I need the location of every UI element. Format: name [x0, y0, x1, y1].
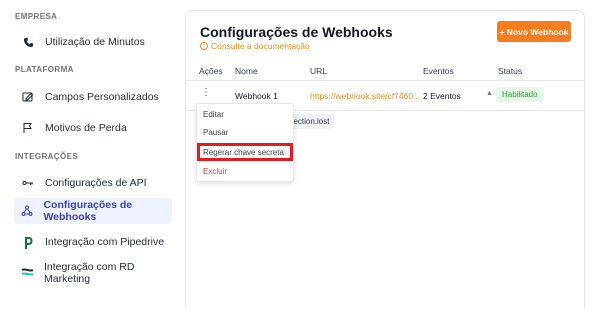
edit-box-icon	[21, 90, 35, 104]
phone-icon	[21, 35, 35, 49]
flag-icon	[21, 121, 35, 135]
column-header-nome: Nome	[235, 66, 258, 76]
info-icon: !	[200, 42, 208, 50]
documentation-link[interactable]: ! Consulte a documentação	[200, 41, 310, 51]
column-header-url: URL	[310, 66, 328, 76]
sidebar-item-minutos[interactable]: Utilização de Minutos	[14, 29, 172, 55]
sidebar-item-label: Configurações de API	[45, 177, 147, 189]
sidebar-item-label: Integração com RD Marketing	[44, 261, 135, 285]
sidebar-item-api[interactable]: Configurações de API	[14, 170, 172, 196]
sidebar-item-label: Configurações de Webhooks	[43, 199, 133, 223]
section-title-empresa: EMPRESA	[15, 12, 58, 21]
chevron-up-icon[interactable]: ▲	[486, 90, 493, 97]
highlight-box	[197, 143, 293, 161]
rd-station-icon	[21, 266, 34, 280]
webhook-events: 2 Eventos	[423, 91, 461, 101]
sidebar-item-label: Integração com Pipedrive	[45, 236, 165, 248]
column-header-eventos: Eventos	[423, 66, 454, 76]
column-header-status: Status	[498, 66, 523, 76]
menu-item-pause[interactable]: Pausar	[203, 128, 228, 137]
webhook-name: Webhook 1	[235, 91, 278, 101]
sidebar-item-label: Utilização de Minutos	[45, 36, 145, 48]
sidebar-item-pipedrive[interactable]: Integração com Pipedrive	[14, 229, 172, 255]
sidebar: EMPRESA Utilização de Minutos PLATAFORMA…	[0, 0, 178, 309]
pipedrive-icon	[21, 235, 35, 249]
section-title-integracoes: INTEGRAÇÕES	[15, 152, 79, 161]
menu-item-delete[interactable]: Excluir	[203, 167, 227, 176]
sidebar-item-rd-marketing[interactable]: Integração com RD Marketing	[14, 260, 172, 286]
sidebar-item-campos[interactable]: Campos Personalizados	[14, 84, 172, 110]
sidebar-item-label: Campos Personalizados	[45, 91, 159, 103]
documentation-link-label: Consulte a documentação	[211, 41, 310, 51]
page-title: Configurações de Webhooks	[200, 24, 393, 40]
sidebar-item-label: Motivos de Perda	[45, 122, 127, 134]
key-icon	[21, 176, 35, 190]
sidebar-item-webhooks[interactable]: Configurações de Webhooks	[14, 198, 172, 224]
menu-item-edit[interactable]: Editar	[203, 110, 224, 119]
new-webhook-button[interactable]: + Novo Webhook	[497, 21, 571, 42]
section-title-plataforma: PLATAFORMA	[15, 65, 74, 74]
column-header-acoes: Ações	[199, 66, 223, 76]
webhook-url[interactable]: https://webhook.site/cf7460...	[310, 91, 420, 101]
sidebar-item-motivos[interactable]: Motivos de Perda	[14, 115, 172, 141]
webhook-icon	[21, 204, 33, 218]
table-header: Ações Nome URL Eventos Status	[186, 63, 584, 81]
actions-menu-icon[interactable]: ⋮	[201, 88, 211, 98]
status-badge: Habilitado	[496, 87, 544, 102]
